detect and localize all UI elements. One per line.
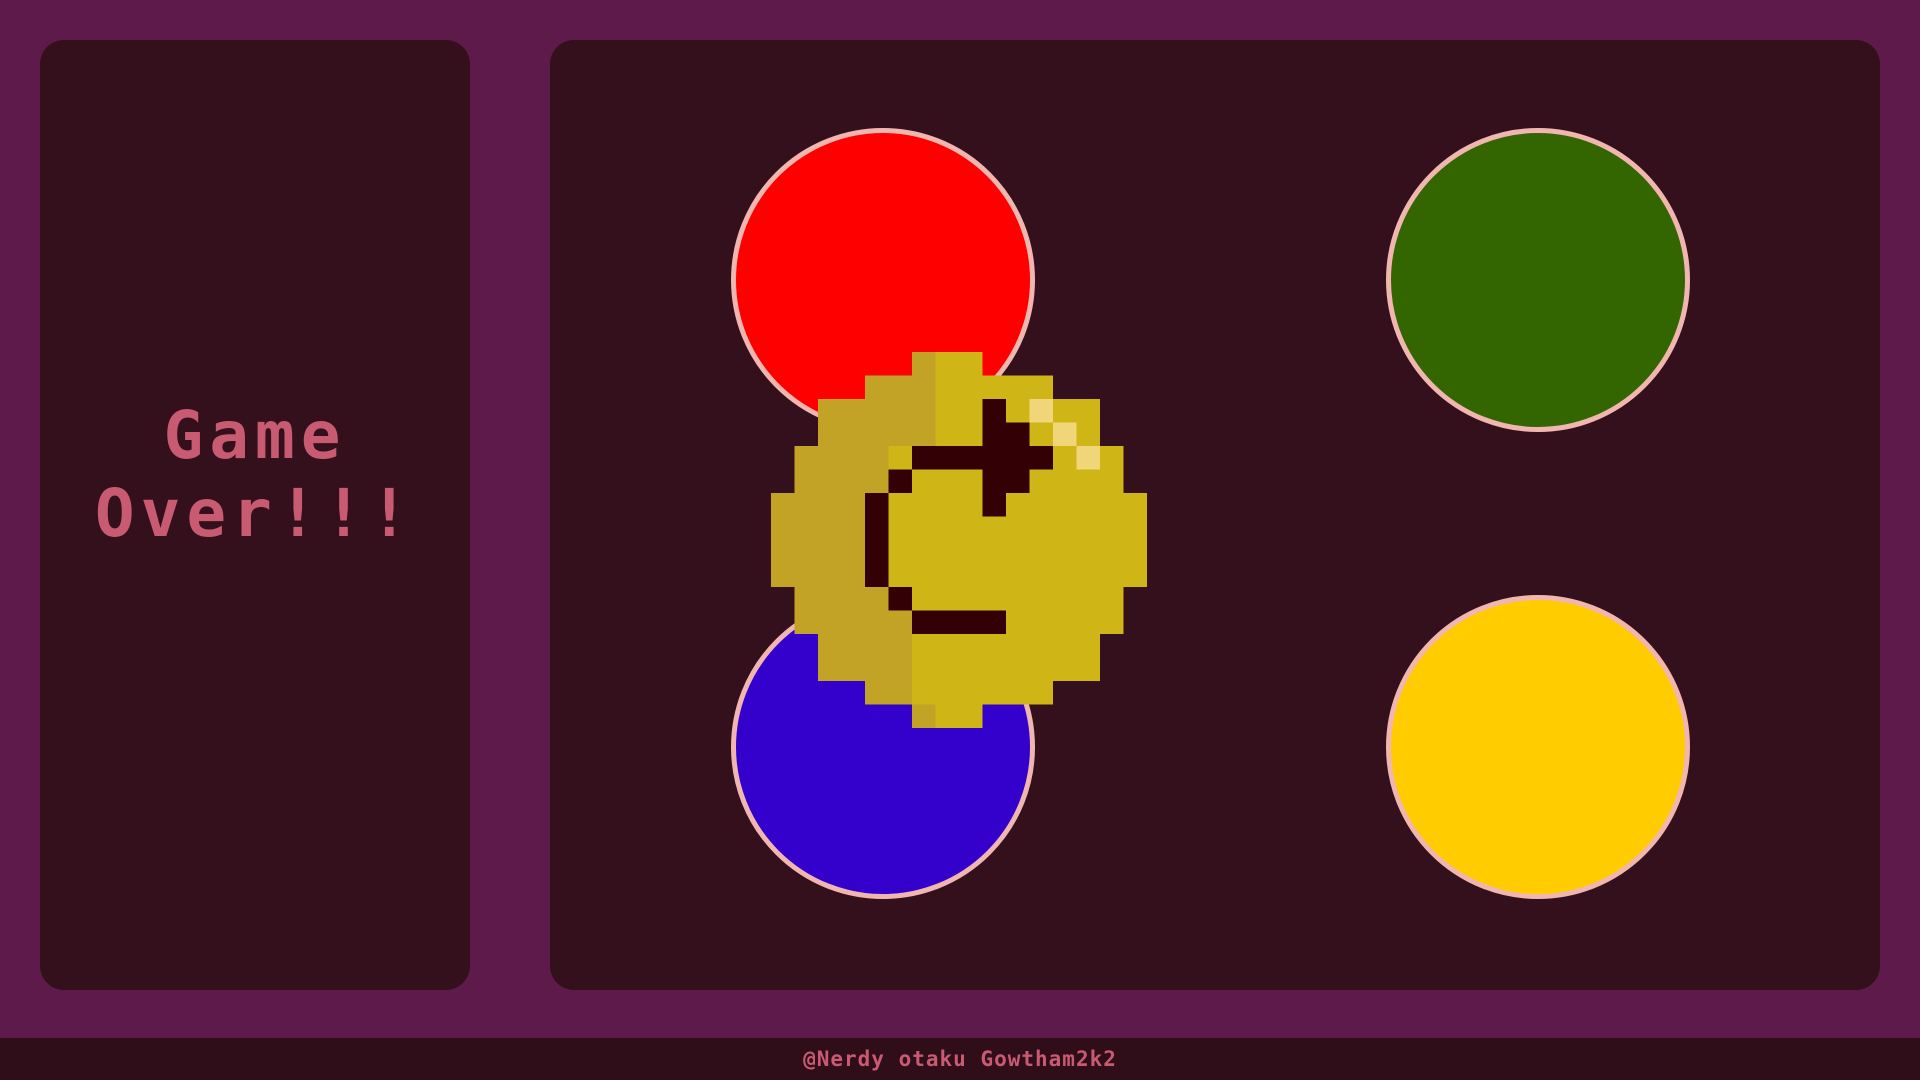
yellow-pad[interactable] <box>1386 595 1690 899</box>
pixel-smug-face-icon <box>771 352 1147 728</box>
status-panel: Game Over!!! <box>40 40 470 990</box>
game-over-message: Game Over!!! <box>40 0 470 950</box>
game-over-line-1: Game <box>163 397 347 474</box>
footer: @Nerdy otaku Gowtham2k2 <box>0 1038 1920 1080</box>
green-pad[interactable] <box>1386 128 1690 432</box>
game-over-line-2: Over!!! <box>94 475 416 552</box>
game-board <box>550 40 1880 990</box>
credit-text: @Nerdy otaku Gowtham2k2 <box>803 1047 1117 1071</box>
